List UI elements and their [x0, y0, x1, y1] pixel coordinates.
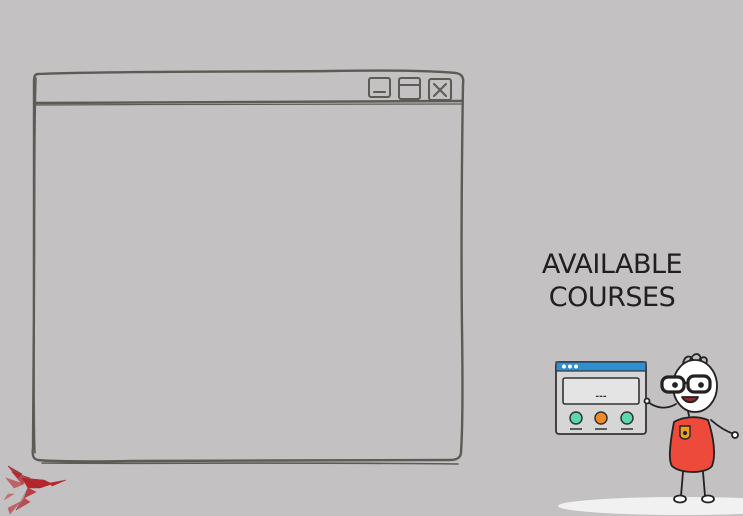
sketch-window — [31, 69, 465, 465]
heading-line-2: COURSES — [548, 282, 676, 313]
mini-window-screen-text: --- — [595, 392, 606, 402]
window-frame — [31, 69, 465, 463]
available-courses-heading: AVAILABLE COURSES — [500, 248, 724, 314]
mini-window-icon: --- — [555, 361, 647, 435]
heading-line-1: AVAILABLE — [541, 249, 683, 280]
hummingbird-logo-icon — [3, 465, 67, 515]
mascot-illustration: --- — [555, 353, 743, 515]
close-icon[interactable] — [428, 78, 452, 101]
stick-character — [643, 353, 739, 504]
maximize-icon[interactable] — [398, 77, 421, 100]
title-bar-divider — [33, 99, 464, 105]
window-controls — [368, 77, 452, 101]
minimize-icon[interactable] — [368, 77, 391, 98]
ground-shadow — [558, 497, 743, 515]
